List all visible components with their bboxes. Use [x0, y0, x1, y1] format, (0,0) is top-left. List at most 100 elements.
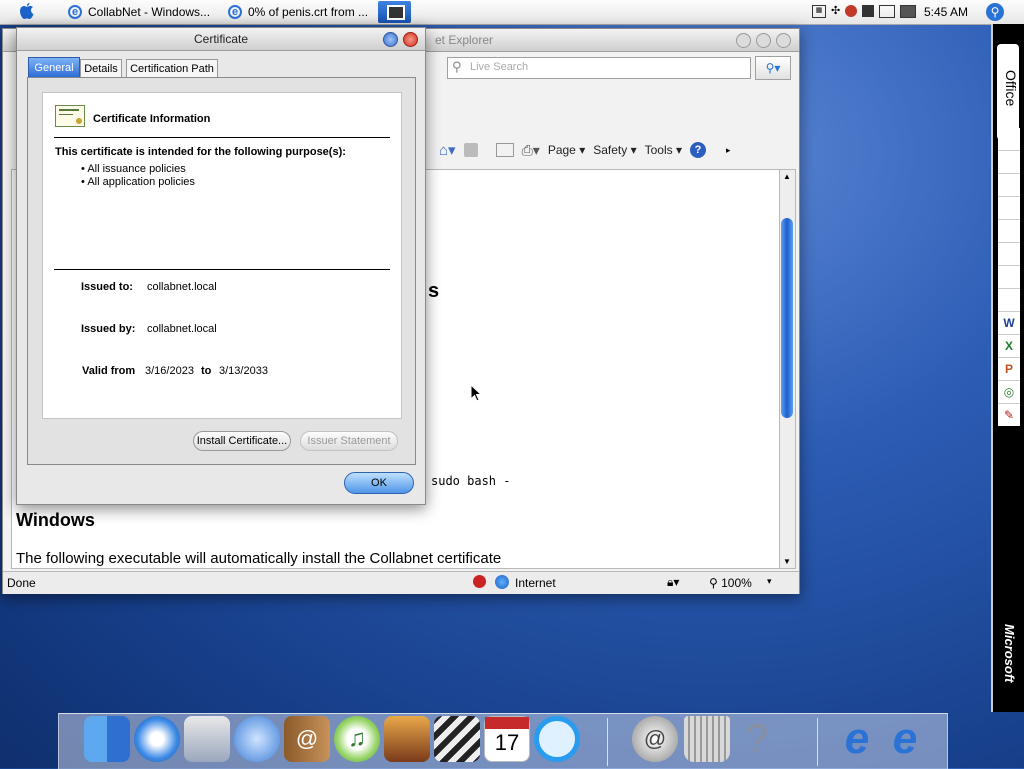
security-icon[interactable] [845, 5, 858, 17]
more-chevron-icon[interactable]: ▸ [726, 145, 731, 156]
ichat-icon[interactable] [234, 716, 280, 762]
certificate-info-heading: Certificate Information [93, 113, 211, 125]
taskbar-tab-download[interactable]: e 0% of penis.crt from ... [224, 2, 382, 22]
issued-by-value: collabnet.local [147, 323, 217, 335]
apple-menu-icon[interactable] [18, 2, 36, 21]
zoom-icon[interactable] [756, 33, 771, 48]
taskbar-tab-collabnet[interactable]: e CollabNet - Windows... [64, 2, 222, 22]
battery-icon[interactable] [900, 5, 917, 18]
search-input[interactable]: ⚲ Live Search [447, 57, 751, 79]
quicktime-icon[interactable] [534, 716, 580, 762]
divider [54, 269, 390, 270]
ie-dock-icon[interactable]: e [834, 716, 880, 762]
mail-icon[interactable] [184, 716, 230, 762]
volume-icon[interactable] [862, 5, 875, 17]
tools-menu-label: Tools [644, 143, 673, 157]
ie-title: et Explorer [435, 33, 494, 47]
calendar-icon[interactable] [998, 197, 1020, 220]
purpose-item: • All application policies [81, 176, 195, 188]
tab-general[interactable]: General [28, 57, 80, 78]
search-icon: ⚲ [452, 59, 462, 74]
note-icon[interactable] [998, 289, 1020, 312]
command-bar: ⌂▾ ⎙▾ Page ▾ Safety ▾ Tools ▾ ? ▸ [439, 139, 795, 161]
protected-mode-icon[interactable]: 🔒︎▾ [667, 575, 679, 590]
dock-divider [607, 718, 608, 766]
bluetooth-icon[interactable]: ✣ [831, 5, 840, 18]
office-shortcut-bar: Office W X P ◎ ✎ Microsoft [991, 24, 1024, 712]
issuer-statement-button[interactable]: Issuer Statement [300, 431, 398, 451]
issued-to-label: Issued to: [81, 281, 133, 293]
office-bar-label: Office [1003, 70, 1019, 107]
issued-to-value: collabnet.local [147, 281, 217, 293]
ie-dock-icon[interactable]: e [882, 716, 928, 762]
menubar-clock[interactable]: 5:45 AM [924, 5, 968, 19]
office-icon[interactable] [998, 128, 1020, 151]
purpose-item-label: All application policies [87, 176, 195, 188]
tools-menu[interactable]: Tools ▾ [645, 143, 682, 157]
valid-to-label: to [201, 365, 212, 377]
mouse-cursor-icon [470, 383, 483, 405]
zoom-level: 100% [721, 576, 752, 590]
globe-icon [495, 575, 509, 589]
scroll-up-icon[interactable]: ▲ [783, 172, 791, 181]
tab-certification-path[interactable]: Certification Path [126, 59, 218, 78]
scroll-thumb[interactable] [781, 218, 793, 418]
certificate-info-box: Certificate Information This certificate… [42, 92, 402, 419]
zone-label: Internet [515, 576, 556, 590]
install-certificate-button[interactable]: Install Certificate... [193, 431, 291, 451]
safari-icon[interactable] [134, 716, 180, 762]
tab-details[interactable]: Details [80, 59, 122, 78]
purpose-item: • All issuance policies [81, 163, 186, 175]
unknown-app-icon[interactable]: ? [734, 716, 780, 762]
people-icon[interactable] [998, 266, 1020, 289]
help-icon[interactable]: ? [689, 142, 706, 158]
imovie-icon[interactable] [434, 716, 480, 762]
iphoto-icon[interactable] [384, 716, 430, 762]
safety-menu[interactable]: Safety ▾ [593, 143, 636, 157]
finder-icon[interactable] [84, 716, 130, 762]
code-line: sudo bash - [431, 474, 511, 488]
dialog-title: Certificate [193, 32, 249, 46]
valid-to-value: 3/13/2033 [219, 365, 268, 377]
word-icon[interactable]: W [998, 312, 1020, 335]
office-icon[interactable] [998, 151, 1020, 174]
windows-paragraph: The following executable will automatica… [16, 550, 502, 567]
help-orb-icon[interactable] [383, 32, 398, 47]
taskbar-tab-label: CollabNet - Windows... [88, 5, 211, 19]
minimize-icon[interactable] [736, 33, 751, 48]
powerpoint-icon[interactable]: P [998, 358, 1020, 381]
address-book-icon[interactable]: @ [284, 716, 330, 762]
read-mail-icon[interactable] [495, 143, 514, 157]
itunes-icon[interactable]: ♫ [334, 716, 380, 762]
home-icon[interactable]: ⌂▾ [439, 141, 456, 159]
safety-menu-label: Safety [593, 143, 628, 157]
keyboard-icon[interactable]: ▦ [812, 5, 826, 18]
divider [54, 137, 390, 138]
ok-button[interactable]: OK [344, 472, 414, 494]
search-go-button[interactable]: ⚲▾ [755, 56, 791, 80]
menu-bar: e CollabNet - Windows... e 0% of penis.c… [0, 0, 1024, 25]
page-menu[interactable]: Page ▾ [548, 143, 585, 157]
contact-icon[interactable] [998, 243, 1020, 266]
feeds-icon[interactable] [463, 143, 478, 157]
mail-stamp-icon[interactable]: @ [632, 716, 678, 762]
display-icon[interactable] [879, 5, 896, 18]
desktop-switch-button[interactable] [378, 1, 411, 23]
close-icon[interactable] [403, 32, 418, 47]
ical-icon[interactable]: 17 [484, 716, 530, 762]
scroll-down-icon[interactable]: ▼ [783, 557, 791, 566]
project-icon[interactable]: ✎ [998, 404, 1020, 426]
print-icon[interactable]: ⎙▾ [522, 142, 540, 159]
vertical-scrollbar[interactable]: ▲ ▼ [779, 169, 796, 569]
entourage-icon[interactable]: ◎ [998, 381, 1020, 404]
spotlight-icon[interactable]: ⚲ [986, 3, 1004, 21]
office-bar-brand: Microsoft [1002, 624, 1017, 683]
blocked-icon [473, 575, 486, 588]
trash-icon[interactable] [684, 716, 730, 762]
zoom-dropdown-icon[interactable]: ▾ [767, 576, 772, 587]
zoom-control[interactable]: ⚲ 100% [709, 576, 752, 590]
excel-icon[interactable]: X [998, 335, 1020, 358]
task-icon[interactable] [998, 220, 1020, 243]
close-icon[interactable] [776, 33, 791, 48]
mail-icon[interactable] [998, 174, 1020, 197]
